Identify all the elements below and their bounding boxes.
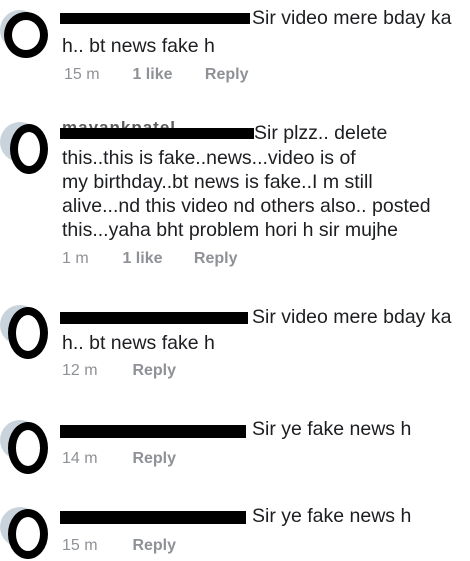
- comment-text-rest: h.. bt news fake h: [62, 332, 215, 354]
- reply-button[interactable]: Reply: [194, 250, 238, 268]
- reply-button[interactable]: Reply: [205, 66, 249, 84]
- comment-text-line1: Sir plzz.. delete: [254, 122, 388, 144]
- avatar-redaction-scribble: [8, 307, 48, 359]
- comment-meta: 15 m Reply: [62, 537, 176, 555]
- author-name-redaction: [60, 312, 248, 324]
- comment-text-rest: h.. bt news fake h: [62, 35, 215, 57]
- comment-meta: 15 m 1 like Reply: [64, 66, 248, 84]
- comment-timestamp: 15 m: [62, 537, 98, 554]
- author-name-redaction: [60, 511, 246, 524]
- comment-text-rest: this..this is fake..news...video is of m…: [62, 147, 431, 241]
- reply-button[interactable]: Reply: [132, 537, 176, 555]
- avatar-redaction-scribble: [10, 124, 48, 174]
- avatar[interactable]: [0, 505, 48, 559]
- avatar[interactable]: [0, 120, 48, 174]
- avatar-redaction-scribble: [8, 509, 48, 559]
- comments-screen: { "comments": [ { "name_fragment": "", "…: [0, 0, 470, 561]
- comment-meta: 1 m 1 like Reply: [62, 250, 237, 268]
- reply-button[interactable]: Reply: [132, 450, 176, 468]
- comment-text-line1: Sir ye fake news h: [252, 418, 412, 440]
- avatar-redaction-scribble: [8, 422, 48, 474]
- author-name-redaction: [60, 425, 246, 438]
- avatar[interactable]: [0, 418, 48, 474]
- comment-meta: 14 m Reply: [62, 450, 176, 468]
- like-count[interactable]: 1 like: [132, 66, 200, 84]
- comment-timestamp: 12 m: [62, 362, 98, 379]
- reply-button[interactable]: Reply: [132, 362, 176, 380]
- like-count[interactable]: 1 like: [122, 250, 189, 268]
- avatar[interactable]: [0, 303, 48, 359]
- comment-timestamp: 1 m: [62, 250, 89, 267]
- avatar-redaction-scribble: [4, 12, 48, 58]
- comment-text-line1: Sir ye fake news h: [252, 505, 412, 527]
- comment-timestamp: 14 m: [62, 450, 98, 467]
- comment-text-line1: Sir video mere bday ka: [252, 306, 452, 328]
- author-name-redaction: [60, 13, 250, 24]
- comment-meta: 12 m Reply: [62, 362, 176, 380]
- comment-text-line1: Sir video mere bday ka: [252, 7, 452, 29]
- comment-timestamp: 15 m: [64, 66, 100, 83]
- avatar[interactable]: [0, 8, 48, 58]
- author-name-redaction: [60, 128, 254, 139]
